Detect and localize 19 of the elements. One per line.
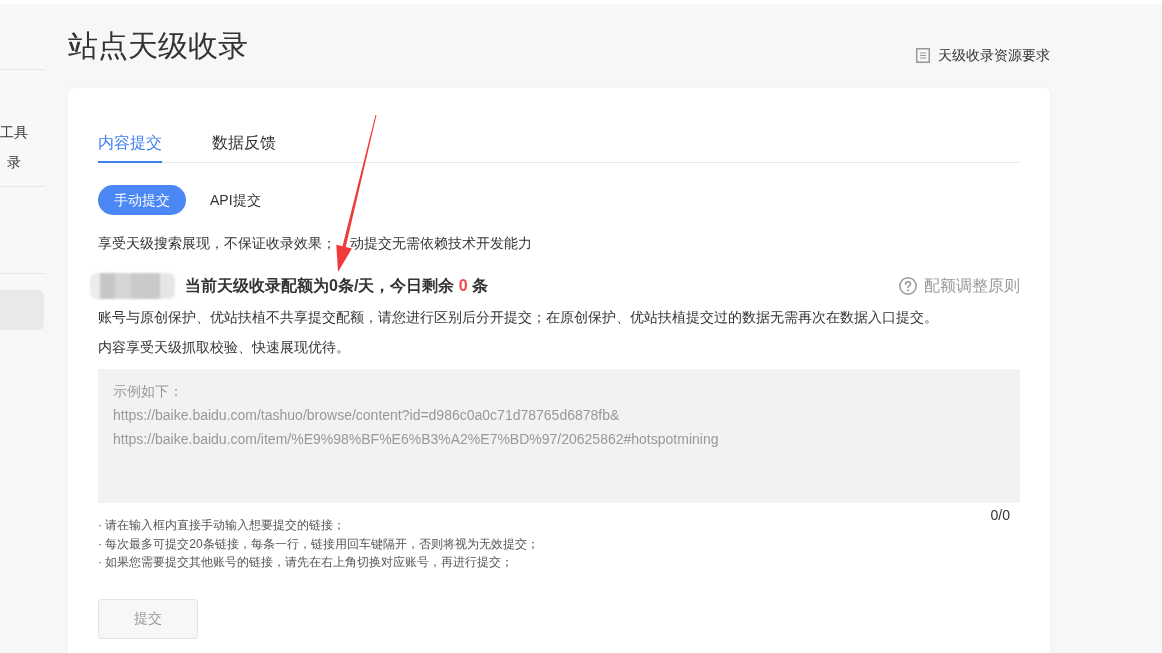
tab[interactable]: 数据反馈	[212, 131, 276, 163]
quota-text: 当前天级收录配额为0条/天，今日剩余 0 条	[185, 276, 489, 296]
requirements-link[interactable]: 天级收录资源要求	[916, 45, 1050, 65]
tip-text: · 每次最多可提交20条链接，每条一行，链接用回车键隔开，否则将视为无效提交；	[98, 535, 539, 553]
character-counter: 0/0	[990, 506, 1010, 525]
mode-tab[interactable]: API提交	[210, 185, 261, 215]
tip-text: · 请在输入框内直接手动输入想要提交的链接；	[98, 517, 347, 534]
link-input-field[interactable]: 示例如下： https://baike.baidu.com/tashuo/browse/content?id=d986c0a0c71d78765d6878fb& https://baike.baidu.com/item/%E9%98%BF%E6%B3%A2%E7%BD%97/20625862#hotspotmining	[98, 369, 1020, 503]
notice-text: 账号与原创保护、优站扶植不共享提交配额，请您进行区别后分开提交；在原创保护、优站扶植提交过的数据无需再次在数据入口提交。	[98, 308, 939, 327]
sidebar-item[interactable]: 录	[0, 147, 44, 177]
notice-text: 内容享受天级抓取校验、快速展现优待。	[98, 338, 351, 357]
description-text: 享受天级搜索展现，不保证收录效果；	[98, 234, 336, 253]
sidebar-item[interactable]: 工具	[0, 117, 44, 147]
tip-text: · 如果您需要提交其他账号的链接，请先在右上角切换对应账号，再进行提交；	[98, 554, 515, 571]
help-icon	[899, 277, 917, 295]
tab[interactable]: 内容提交	[98, 131, 162, 163]
description-text: 动提交无需依赖技术开发能力	[350, 234, 532, 253]
page-title: 站点天级收录	[68, 28, 248, 64]
document-icon	[916, 47, 930, 63]
